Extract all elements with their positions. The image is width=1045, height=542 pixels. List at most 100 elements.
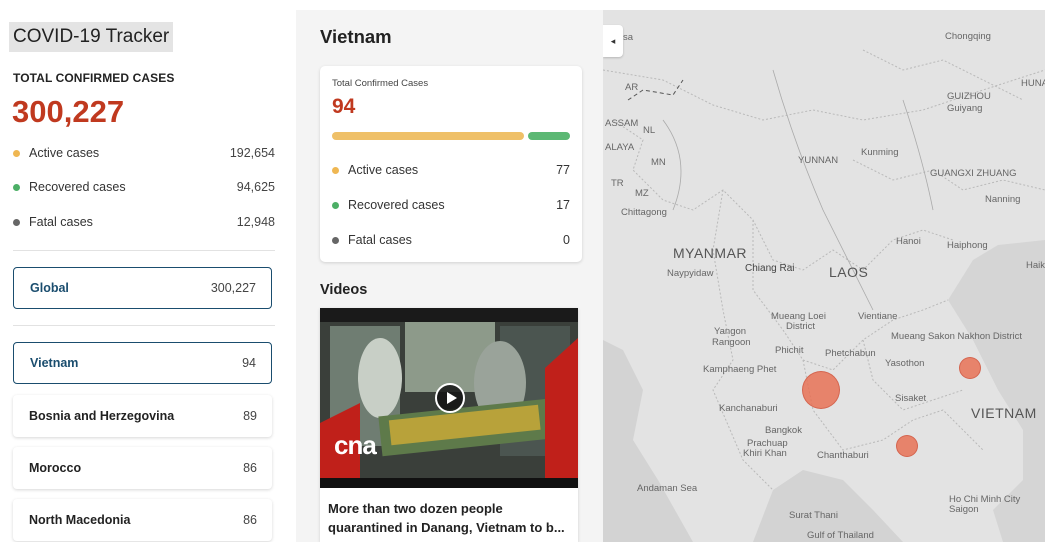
- map-label: Kanchanaburi: [719, 403, 778, 414]
- map-label: MYANMAR: [673, 245, 748, 261]
- left-panel: COVID-19 Tracker TOTAL CONFIRMED CASES 3…: [0, 0, 288, 542]
- country-active-row: Active cases 77: [332, 160, 570, 180]
- divider: [13, 325, 275, 326]
- active-cases-label: Active cases: [29, 146, 100, 160]
- country-detail-panel: Vietnam Total Confirmed Cases 94 Active …: [296, 10, 603, 542]
- map-label: Andaman Sea: [637, 483, 698, 494]
- fatal-dot-icon: [332, 236, 339, 244]
- country-name: North Macedonia: [29, 513, 131, 527]
- map-label: Naypyidaw: [667, 268, 714, 279]
- map-label: MZ: [635, 188, 649, 199]
- recovered-dot-icon: [332, 201, 339, 209]
- video-card[interactable]: cna More than two dozen people quarantin…: [320, 308, 578, 542]
- divider: [13, 250, 275, 251]
- total-confirmed-label: TOTAL CONFIRMED CASES: [13, 71, 175, 85]
- country-name: Morocco: [29, 461, 82, 475]
- map-label: Chittagong: [621, 207, 667, 218]
- play-icon[interactable]: [435, 383, 465, 413]
- cna-logo: cna: [334, 430, 377, 460]
- map-label: Yangon: [714, 326, 747, 337]
- map-label: Bangkok: [765, 425, 802, 436]
- map-label: Khiri Khan: [743, 448, 787, 459]
- country-item-morocco[interactable]: Morocco 86: [13, 447, 272, 489]
- map-label: ASSAM: [605, 118, 639, 129]
- region-count: 300,227: [210, 281, 256, 295]
- map-label: Yasothon: [885, 358, 925, 369]
- country-count: 86: [243, 513, 257, 527]
- country-recovered-row: Recovered cases 17: [332, 195, 570, 215]
- recovered-cases-label: Recovered cases: [348, 198, 445, 212]
- map-label: LAOS: [829, 264, 869, 280]
- map-label: sa: [623, 32, 634, 43]
- map-label: Kunming: [861, 147, 899, 158]
- country-name: Bosnia and Herzegovina: [29, 409, 175, 423]
- map-label: AR: [625, 82, 639, 93]
- recovered-cases-label: Recovered cases: [29, 180, 126, 194]
- country-item-north-macedonia[interactable]: North Macedonia 86: [13, 499, 272, 541]
- map-label: GUANGXI ZHUANG: [930, 168, 1017, 179]
- map-label: Chiang Rai: [745, 263, 795, 274]
- map-view[interactable]: ◂ sa Chongqing GUIZHOU Guiyang HUNA AR N…: [603, 10, 1045, 542]
- collapse-panel-button[interactable]: ◂: [603, 25, 623, 57]
- country-name: Vietnam: [30, 356, 79, 370]
- map-label: Sisaket: [895, 393, 927, 404]
- case-marker-vietnam[interactable]: [959, 357, 981, 379]
- fatal-cases-label: Fatal cases: [348, 233, 412, 247]
- country-summary-card: Total Confirmed Cases 94 Active cases 77…: [320, 66, 582, 262]
- map-label: Gulf of Thailand: [807, 530, 874, 541]
- map-label: Haik: [1026, 260, 1045, 271]
- map-label: YUNNAN: [798, 155, 839, 166]
- card-label: Total Confirmed Cases: [332, 78, 429, 89]
- map-label: Kamphaeng Phet: [703, 364, 777, 375]
- map-label: Surat Thani: [789, 510, 838, 521]
- recovered-cases-value: 94,625: [236, 180, 275, 194]
- active-cases-label: Active cases: [348, 163, 419, 177]
- active-cases-value: 77: [556, 163, 570, 177]
- map-label: ALAYA: [605, 142, 635, 153]
- map-label: Phetchabun: [825, 348, 876, 359]
- active-bar-segment: [332, 132, 524, 140]
- active-cases-row: Active cases 192,654: [13, 143, 275, 163]
- fatal-cases-value: 12,948: [236, 215, 275, 229]
- country-item-vietnam[interactable]: Vietnam 94: [13, 342, 272, 384]
- map-label: Haiphong: [947, 240, 988, 251]
- map-label: Nanning: [985, 194, 1021, 205]
- fatal-cases-row: Fatal cases 12,948: [13, 212, 275, 232]
- map-label: Guiyang: [947, 103, 983, 114]
- map-label: Rangoon: [712, 337, 751, 348]
- region-name: Global: [30, 281, 69, 295]
- fatal-dot-icon: [13, 218, 20, 226]
- active-cases-value: 192,654: [229, 146, 275, 160]
- map-label: Hanoi: [896, 236, 921, 247]
- map-label: MN: [651, 157, 666, 168]
- country-count: 89: [243, 409, 257, 423]
- map-label: HUNA: [1021, 78, 1045, 89]
- case-marker-thailand[interactable]: [802, 371, 840, 409]
- case-marker-cambodia[interactable]: [896, 435, 918, 457]
- case-distribution-bar: [332, 132, 570, 140]
- recovered-cases-row: Recovered cases 94,625: [13, 177, 275, 197]
- map-label: Phichit: [775, 345, 804, 356]
- video-caption[interactable]: More than two dozen people quarantined i…: [328, 499, 572, 537]
- fatal-cases-value: 0: [563, 233, 570, 247]
- map-label: Chanthaburi: [817, 450, 869, 461]
- country-count: 86: [243, 461, 257, 475]
- country-item-bosnia[interactable]: Bosnia and Herzegovina 89: [13, 395, 272, 437]
- active-dot-icon: [13, 149, 20, 157]
- country-fatal-row: Fatal cases 0: [332, 230, 570, 250]
- video-thumbnail[interactable]: cna: [320, 308, 578, 488]
- country-total-value: 94: [332, 95, 356, 118]
- map-label: Vientiane: [858, 311, 898, 322]
- fatal-cases-label: Fatal cases: [29, 215, 93, 229]
- recovered-cases-value: 17: [556, 198, 570, 212]
- videos-heading: Videos: [320, 282, 368, 298]
- app-title: COVID-19 Tracker: [9, 22, 174, 52]
- recovered-bar-segment: [528, 132, 570, 140]
- map-label: Saigon: [949, 504, 979, 515]
- map-label: District: [786, 321, 816, 332]
- region-item-global[interactable]: Global 300,227: [13, 267, 272, 309]
- map-label: GUIZHOU: [947, 91, 991, 102]
- country-count: 94: [242, 356, 256, 370]
- total-confirmed-value: 300,227: [12, 94, 125, 129]
- country-title: Vietnam: [320, 26, 392, 47]
